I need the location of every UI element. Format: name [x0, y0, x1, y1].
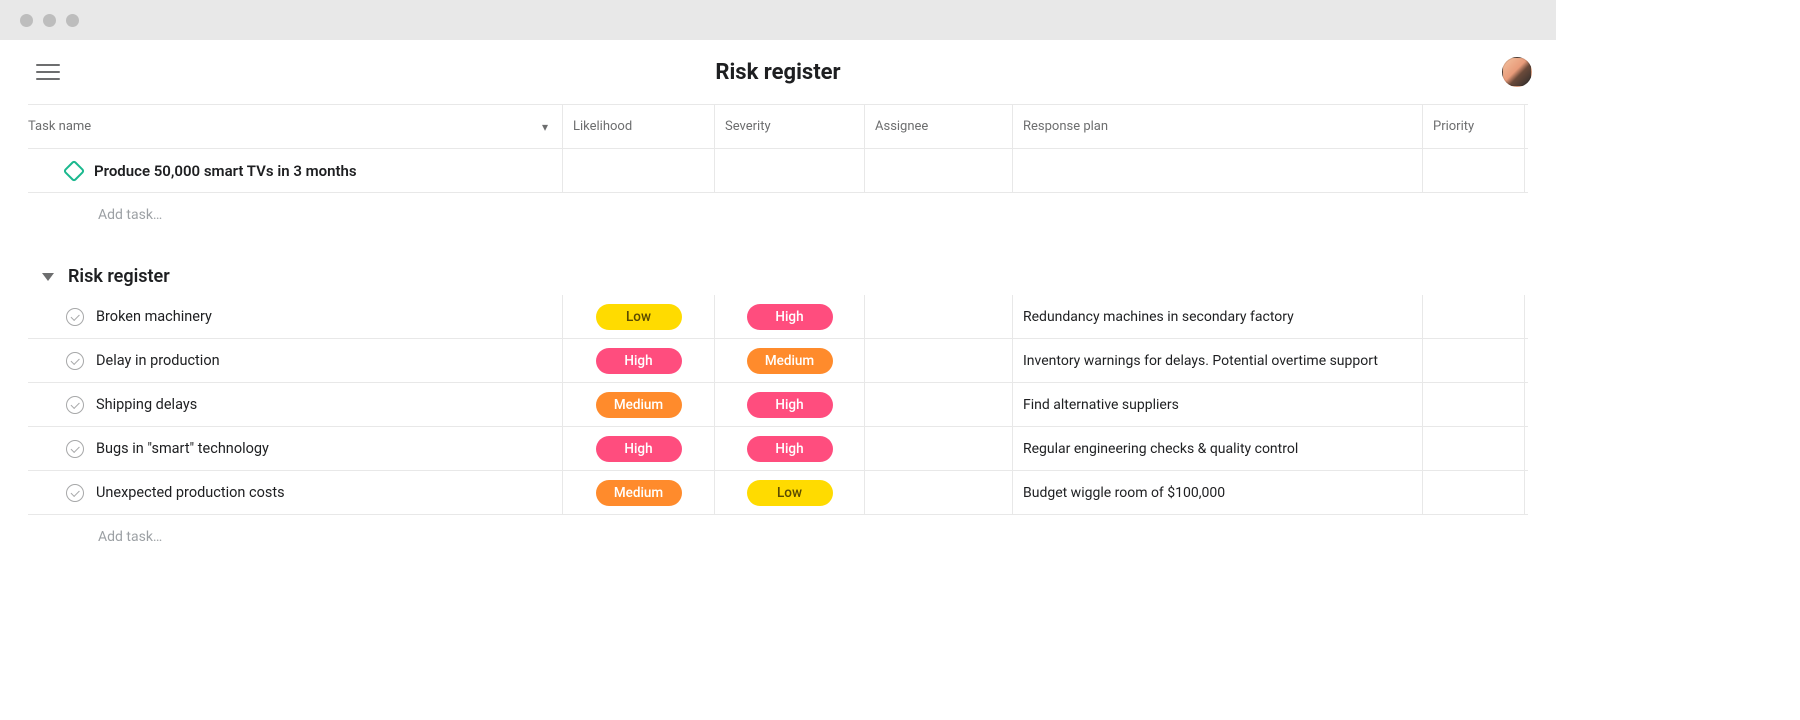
- likelihood-pill: High: [596, 348, 682, 374]
- severity-pill: High: [747, 304, 833, 330]
- priority-cell[interactable]: [1423, 295, 1525, 338]
- task-name-text: Unexpected production costs: [96, 484, 285, 501]
- app-header: Risk register: [0, 40, 1556, 104]
- goal-task-cell[interactable]: Produce 50,000 smart TVs in 3 months: [28, 149, 563, 192]
- column-header-priority[interactable]: Priority: [1423, 105, 1525, 148]
- section-collapse-icon[interactable]: [42, 273, 54, 281]
- task-name-text: Delay in production: [96, 352, 220, 369]
- likelihood-cell[interactable]: High: [563, 427, 715, 470]
- chevron-down-icon[interactable]: ▾: [542, 120, 548, 134]
- response-cell[interactable]: Regular engineering checks & quality con…: [1013, 427, 1423, 470]
- goal-row[interactable]: Produce 50,000 smart TVs in 3 months: [28, 149, 1528, 193]
- severity-cell[interactable]: High: [715, 427, 865, 470]
- column-header-assignee[interactable]: Assignee: [865, 105, 1013, 148]
- assignee-cell[interactable]: [865, 383, 1013, 426]
- response-cell[interactable]: Find alternative suppliers: [1013, 383, 1423, 426]
- likelihood-pill: Medium: [596, 480, 682, 506]
- assignee-cell[interactable]: [865, 471, 1013, 514]
- column-header-likelihood[interactable]: Likelihood: [563, 105, 715, 148]
- goal-severity-cell[interactable]: [715, 149, 865, 192]
- milestone-icon: [63, 159, 86, 182]
- priority-cell[interactable]: [1423, 427, 1525, 470]
- task-name-cell[interactable]: Unexpected production costs: [28, 471, 563, 514]
- goal-assignee-cell[interactable]: [865, 149, 1013, 192]
- table-row[interactable]: Delay in production High Medium Inventory w…: [28, 339, 1528, 383]
- goal-likelihood-cell[interactable]: [563, 149, 715, 192]
- response-cell[interactable]: Redundancy machines in secondary factory: [1013, 295, 1423, 338]
- task-name-text: Broken machinery: [96, 308, 212, 325]
- traffic-light-close[interactable]: [20, 14, 33, 27]
- priority-cell[interactable]: [1423, 471, 1525, 514]
- column-header-task[interactable]: Task name ▾: [28, 105, 563, 148]
- likelihood-cell[interactable]: Medium: [563, 471, 715, 514]
- task-name-cell[interactable]: Delay in production: [28, 339, 563, 382]
- section-header[interactable]: Risk register: [28, 266, 563, 287]
- column-header-row: Task name ▾ Likelihood Severity Assignee…: [28, 105, 1528, 149]
- add-task-label[interactable]: Add task…: [28, 515, 563, 559]
- assignee-cell[interactable]: [865, 339, 1013, 382]
- severity-cell[interactable]: High: [715, 295, 865, 338]
- traffic-light-zoom[interactable]: [66, 14, 79, 27]
- response-cell[interactable]: Budget wiggle room of $100,000: [1013, 471, 1423, 514]
- likelihood-cell[interactable]: Medium: [563, 383, 715, 426]
- goal-priority-cell[interactable]: [1423, 149, 1525, 192]
- window-titlebar: [0, 0, 1556, 40]
- avatar[interactable]: [1502, 57, 1532, 87]
- goal-name: Produce 50,000 smart TVs in 3 months: [94, 162, 357, 180]
- add-task-row-top[interactable]: Add task…: [28, 193, 1528, 237]
- add-task-row-bottom[interactable]: Add task…: [28, 515, 1528, 559]
- severity-cell[interactable]: High: [715, 383, 865, 426]
- severity-pill: Medium: [747, 348, 833, 374]
- check-circle-icon[interactable]: [66, 352, 84, 370]
- section-header-row: Risk register: [28, 237, 1528, 295]
- goal-response-cell[interactable]: [1013, 149, 1423, 192]
- task-name-cell[interactable]: Bugs in "smart" technology: [28, 427, 563, 470]
- table-row[interactable]: Bugs in "smart" technology High High Regula…: [28, 427, 1528, 471]
- assignee-cell[interactable]: [865, 295, 1013, 338]
- assignee-cell[interactable]: [865, 427, 1013, 470]
- likelihood-pill: Medium: [596, 392, 682, 418]
- table-row[interactable]: Broken machinery Low High Redundancy machin…: [28, 295, 1528, 339]
- task-name-cell[interactable]: Shipping delays: [28, 383, 563, 426]
- task-name-text: Bugs in "smart" technology: [96, 440, 269, 457]
- menu-icon[interactable]: [36, 60, 60, 84]
- severity-pill: High: [747, 436, 833, 462]
- response-cell[interactable]: Inventory warnings for delays. Potential…: [1013, 339, 1423, 382]
- page-title: Risk register: [715, 60, 840, 85]
- column-header-severity[interactable]: Severity: [715, 105, 865, 148]
- check-circle-icon[interactable]: [66, 440, 84, 458]
- check-circle-icon[interactable]: [66, 308, 84, 326]
- add-task-label[interactable]: Add task…: [28, 193, 563, 237]
- task-name-cell[interactable]: Broken machinery: [28, 295, 563, 338]
- likelihood-pill: Low: [596, 304, 682, 330]
- traffic-light-minimize[interactable]: [43, 14, 56, 27]
- table-row[interactable]: Shipping delays Medium High Find alternativ…: [28, 383, 1528, 427]
- likelihood-cell[interactable]: High: [563, 339, 715, 382]
- severity-pill: Low: [747, 480, 833, 506]
- section-title: Risk register: [68, 266, 170, 287]
- column-header-response[interactable]: Response plan: [1013, 105, 1423, 148]
- severity-cell[interactable]: Medium: [715, 339, 865, 382]
- task-grid: Task name ▾ Likelihood Severity Assignee…: [28, 104, 1528, 559]
- priority-cell[interactable]: [1423, 339, 1525, 382]
- likelihood-pill: High: [596, 436, 682, 462]
- check-circle-icon[interactable]: [66, 484, 84, 502]
- priority-cell[interactable]: [1423, 383, 1525, 426]
- task-name-text: Shipping delays: [96, 396, 197, 413]
- check-circle-icon[interactable]: [66, 396, 84, 414]
- table-row[interactable]: Unexpected production costs Medium Low Budg…: [28, 471, 1528, 515]
- severity-cell[interactable]: Low: [715, 471, 865, 514]
- column-header-task-label: Task name: [28, 119, 91, 134]
- likelihood-cell[interactable]: Low: [563, 295, 715, 338]
- severity-pill: High: [747, 392, 833, 418]
